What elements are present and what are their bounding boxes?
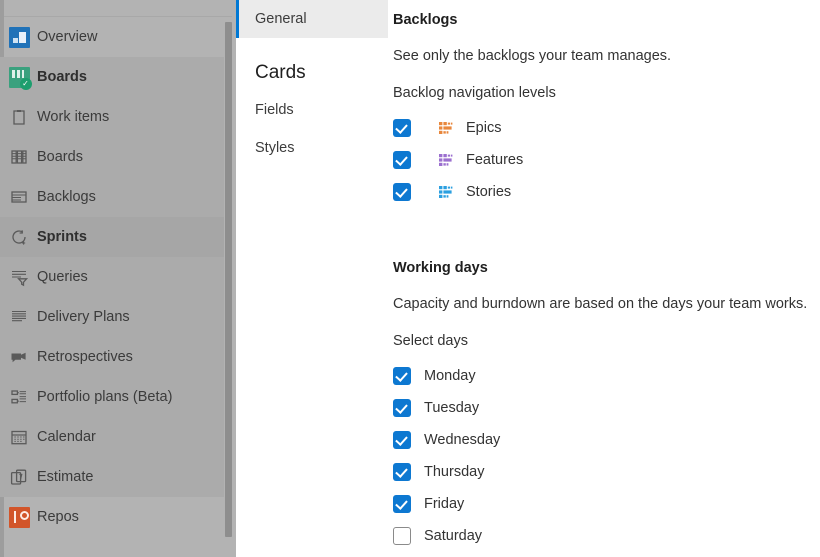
primary-sidebar: Overview ✓ Boards Work items Boards Backlogs S…: [0, 0, 236, 557]
backlog-level-label: Stories: [466, 184, 512, 200]
sidebar-scrollbar-thumb[interactable]: [225, 22, 232, 537]
sidebar-item-calendar[interactable]: Calendar: [0, 417, 224, 457]
working-day-checkbox-tuesday[interactable]: [393, 399, 411, 417]
settings-subnav: General Cards Fields Styles: [236, 0, 388, 557]
backlog-level-checkbox-features[interactable]: [393, 151, 411, 169]
working-day-label: Saturday: [424, 528, 483, 544]
sidebar-item-label: Retrospectives: [37, 349, 133, 365]
sidebar-item-boards[interactable]: Boards: [0, 137, 224, 177]
backlog-level-stories-icon: [425, 186, 453, 198]
sidebar-item-label: Calendar: [37, 429, 96, 445]
boards-product-icon: ✓: [5, 63, 33, 91]
working-day-row[interactable]: Friday: [393, 488, 802, 520]
working-day-row[interactable]: Sunday: [393, 552, 802, 557]
subnav-item-label: Styles: [255, 140, 295, 156]
sidebar-item-label: Repos: [37, 509, 79, 525]
backlogs-icon: [5, 183, 33, 211]
sidebar-item-retrospectives[interactable]: Retrospectives: [0, 337, 224, 377]
sprints-icon: [5, 223, 33, 251]
working-day-row[interactable]: Saturday: [393, 520, 802, 552]
backlogs-section-description: See only the backlogs your team manages.: [393, 48, 672, 64]
select-days-label: Select days: [393, 333, 468, 349]
sidebar-item-label: Boards: [37, 149, 83, 165]
working-day-label: Tuesday: [424, 400, 480, 416]
estimate-icon: [5, 463, 33, 491]
backlog-level-features-icon: [425, 154, 453, 166]
settings-window: Overview ✓ Boards Work items Boards Backlogs S…: [0, 0, 820, 557]
backlogs-section-title: Backlogs: [393, 12, 458, 28]
subnav-item-general[interactable]: General: [236, 0, 388, 38]
calendar-icon: [5, 423, 33, 451]
backlog-level-row[interactable]: Stories: [393, 176, 802, 208]
working-day-row[interactable]: Thursday: [393, 456, 802, 488]
backlog-level-row[interactable]: Epics: [393, 112, 802, 144]
work-items-icon: [5, 103, 33, 131]
backlog-levels-list: Epics Features Stories: [393, 112, 802, 208]
working-day-row[interactable]: Wednesday: [393, 424, 802, 456]
sidebar-item-boards[interactable]: ✓ Boards: [0, 57, 224, 97]
subnav-item-fields[interactable]: Fields: [236, 91, 388, 129]
working-days-list: Monday Tuesday Wednesday Thursday Friday Satu…: [393, 360, 802, 557]
sidebar-item-label: Sprints: [37, 229, 87, 245]
working-day-checkbox-wednesday[interactable]: [393, 431, 411, 449]
sidebar-item-delivery-plans[interactable]: Delivery Plans: [0, 297, 224, 337]
sidebar-item-label: Backlogs: [37, 189, 96, 205]
boards-grid-icon: [5, 143, 33, 171]
sidebar-item-work-items[interactable]: Work items: [0, 97, 224, 137]
sidebar-item-label: Queries: [37, 269, 88, 285]
sidebar-item-overview[interactable]: Overview: [0, 17, 224, 57]
working-day-label: Friday: [424, 496, 465, 512]
queries-icon: [5, 263, 33, 291]
overview-tile-icon: [5, 23, 33, 51]
sidebar-item-backlogs[interactable]: Backlogs: [0, 177, 224, 217]
sidebar-item-label: Delivery Plans: [37, 309, 130, 325]
backlog-level-label: Epics: [466, 120, 502, 136]
sidebar-item-repos[interactable]: Repos: [0, 497, 224, 537]
portfolio-plans-icon: [5, 383, 33, 411]
sidebar-scrollbar-track[interactable]: [224, 0, 234, 557]
backlog-level-checkbox-epics[interactable]: [393, 119, 411, 137]
sidebar-item-portfolio-plans-beta[interactable]: Portfolio plans (Beta): [0, 377, 224, 417]
sidebar-item-estimate[interactable]: Estimate: [0, 457, 224, 497]
working-day-label: Monday: [424, 368, 476, 384]
backlog-level-row[interactable]: Features: [393, 144, 802, 176]
sidebar-item-label: Overview: [37, 29, 98, 45]
sidebar-nav-list: Overview ✓ Boards Work items Boards Backlogs S…: [0, 17, 236, 537]
sidebar-item-queries[interactable]: Queries: [0, 257, 224, 297]
working-day-label: Wednesday: [424, 432, 501, 448]
subnav-item-styles[interactable]: Styles: [236, 129, 388, 167]
working-days-section-title: Working days: [393, 260, 488, 276]
working-day-checkbox-thursday[interactable]: [393, 463, 411, 481]
working-days-section-description: Capacity and burndown are based on the d…: [393, 296, 808, 312]
settings-content-pane: Backlogs See only the backlogs your team…: [388, 0, 820, 557]
backlog-level-checkbox-stories[interactable]: [393, 183, 411, 201]
working-day-row[interactable]: Monday: [393, 360, 802, 392]
sidebar-item-label: Boards: [37, 69, 87, 85]
working-day-checkbox-friday[interactable]: [393, 495, 411, 513]
sidebar-item-label: Estimate: [37, 469, 94, 485]
working-day-row[interactable]: Tuesday: [393, 392, 802, 424]
backlog-level-epics-icon: [425, 122, 453, 134]
backlog-level-label: Features: [466, 152, 524, 168]
subnav-item-label: Fields: [255, 102, 294, 118]
subnav-section-cards: Cards: [236, 57, 388, 89]
subnav-section-cards-label: Cards: [255, 62, 306, 83]
retrospectives-icon: [5, 343, 33, 371]
sidebar-item-label: Portfolio plans (Beta): [37, 389, 173, 405]
subnav-cards-items: Fields Styles: [236, 91, 388, 167]
repos-product-icon: [5, 503, 33, 531]
delivery-plans-icon: [5, 303, 33, 331]
working-day-label: Thursday: [424, 464, 485, 480]
subnav-item-general-label: General: [255, 11, 307, 27]
working-day-checkbox-saturday[interactable]: [393, 527, 411, 545]
sidebar-item-sprints[interactable]: Sprints: [0, 217, 224, 257]
working-day-checkbox-monday[interactable]: [393, 367, 411, 385]
backlog-navigation-levels-label: Backlog navigation levels: [393, 85, 556, 101]
sidebar-item-label: Work items: [37, 109, 110, 125]
